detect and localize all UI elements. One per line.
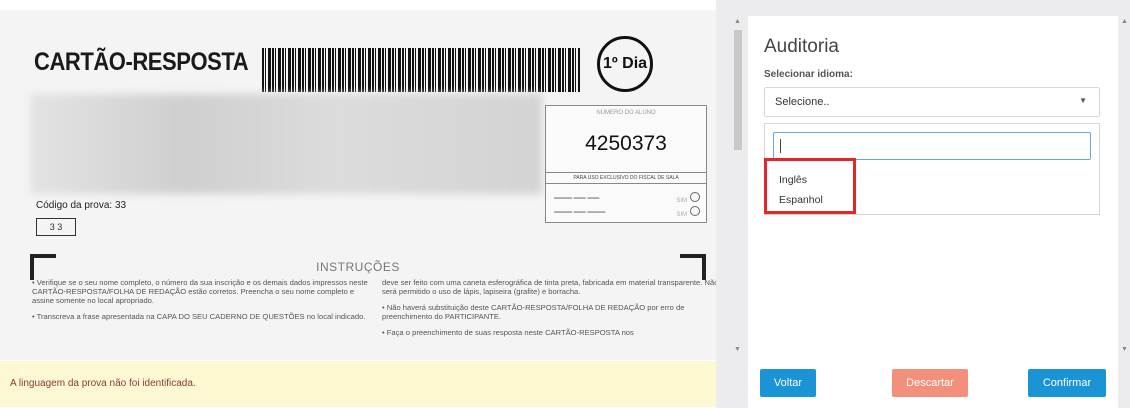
proctor-header: PARA USO EXCLUSIVO DO FISCAL DE SALA [546,172,706,184]
proctor-check-row: ▬▬▬ ▬▬ ▬▬ SIM [554,192,700,204]
confirm-button[interactable]: Confirmar [1028,369,1106,397]
instructions-left-column: • Verifique se o seu nome completo, o nú… [32,278,370,328]
text-cursor [780,139,781,153]
participant-number-box: NÚMERO DO ALUNO 4250373 PARA USO EXCLUSI… [545,105,707,223]
test-code-label: Código da prova: [36,200,113,211]
scrollbar-thumb[interactable] [734,30,742,150]
document-viewer: CARTÃO-RESPOSTA 1º Dia NÚMERO DO ALUNO 4… [0,0,716,408]
instructions-right-column: deve ser feito com uma caneta esferográf… [382,278,716,344]
instruction-item: • Transcreva a frase apresentada na CAPA… [32,312,366,321]
proctor-check-text: ▬▬▬ ▬▬ ▬▬▬ [554,209,606,215]
instruction-item: deve ser feito com uma caneta esferográf… [382,278,716,296]
proctor-check-row: ▬▬▬ ▬▬ ▬▬▬ SIM [554,206,700,218]
check-label: SIM [676,212,687,218]
language-select-value: Selecione.. [775,96,830,108]
discard-button[interactable]: Descartar [892,369,968,397]
day-badge: 1º Dia [597,36,653,92]
language-label: Selecionar idioma: [764,69,853,80]
instruction-item: • Faça o preenchimento de suas resposta … [382,328,634,337]
barcode [262,48,580,92]
scroll-up-icon[interactable]: ▲ [734,18,741,25]
test-code-value: 33 [114,200,127,211]
warning-banner: A linguagem da prova não foi identificad… [0,361,716,407]
instruction-item: • Verifique se o seu nome completo, o nú… [32,278,368,305]
audit-title: Auditoria [764,36,839,57]
scroll-down-icon[interactable]: ▼ [1121,346,1128,353]
options-highlight-box [764,158,856,214]
chevron-down-icon: ▼ [1079,96,1087,105]
check-label: SIM [676,198,687,204]
document-scrollbar[interactable]: ▲ ▼ [732,0,744,408]
answer-sheet-scan: CARTÃO-RESPOSTA 1º Dia NÚMERO DO ALUNO 4… [0,10,716,360]
proctor-check-text: ▬▬▬ ▬▬ ▬▬ [554,195,600,201]
radio-icon [690,206,700,216]
test-code: Código da prova: 33 [36,200,126,211]
language-search-input[interactable] [773,132,1091,160]
radio-icon [690,192,700,202]
scroll-down-icon[interactable]: ▼ [734,346,741,353]
back-button[interactable]: Voltar [760,369,816,397]
answer-sheet-title: CARTÃO-RESPOSTA [34,48,249,76]
scroll-up-icon[interactable]: ▲ [1121,18,1128,25]
participant-number: 4250373 [585,132,667,155]
warning-text: A linguagem da prova não foi identificad… [10,378,196,389]
instructions-title: INSTRUÇÕES [316,260,400,274]
number-box-header: NÚMERO DO ALUNO [596,110,656,116]
redacted-participant-info [30,94,542,194]
instruction-item: • Não haverá substituição deste CARTÃO-R… [382,303,685,321]
test-code-boxes: 3 3 [36,218,76,236]
panel-scrollbar[interactable]: ▲ ▼ [1120,0,1130,408]
language-select[interactable]: Selecione.. ▼ [764,87,1100,117]
